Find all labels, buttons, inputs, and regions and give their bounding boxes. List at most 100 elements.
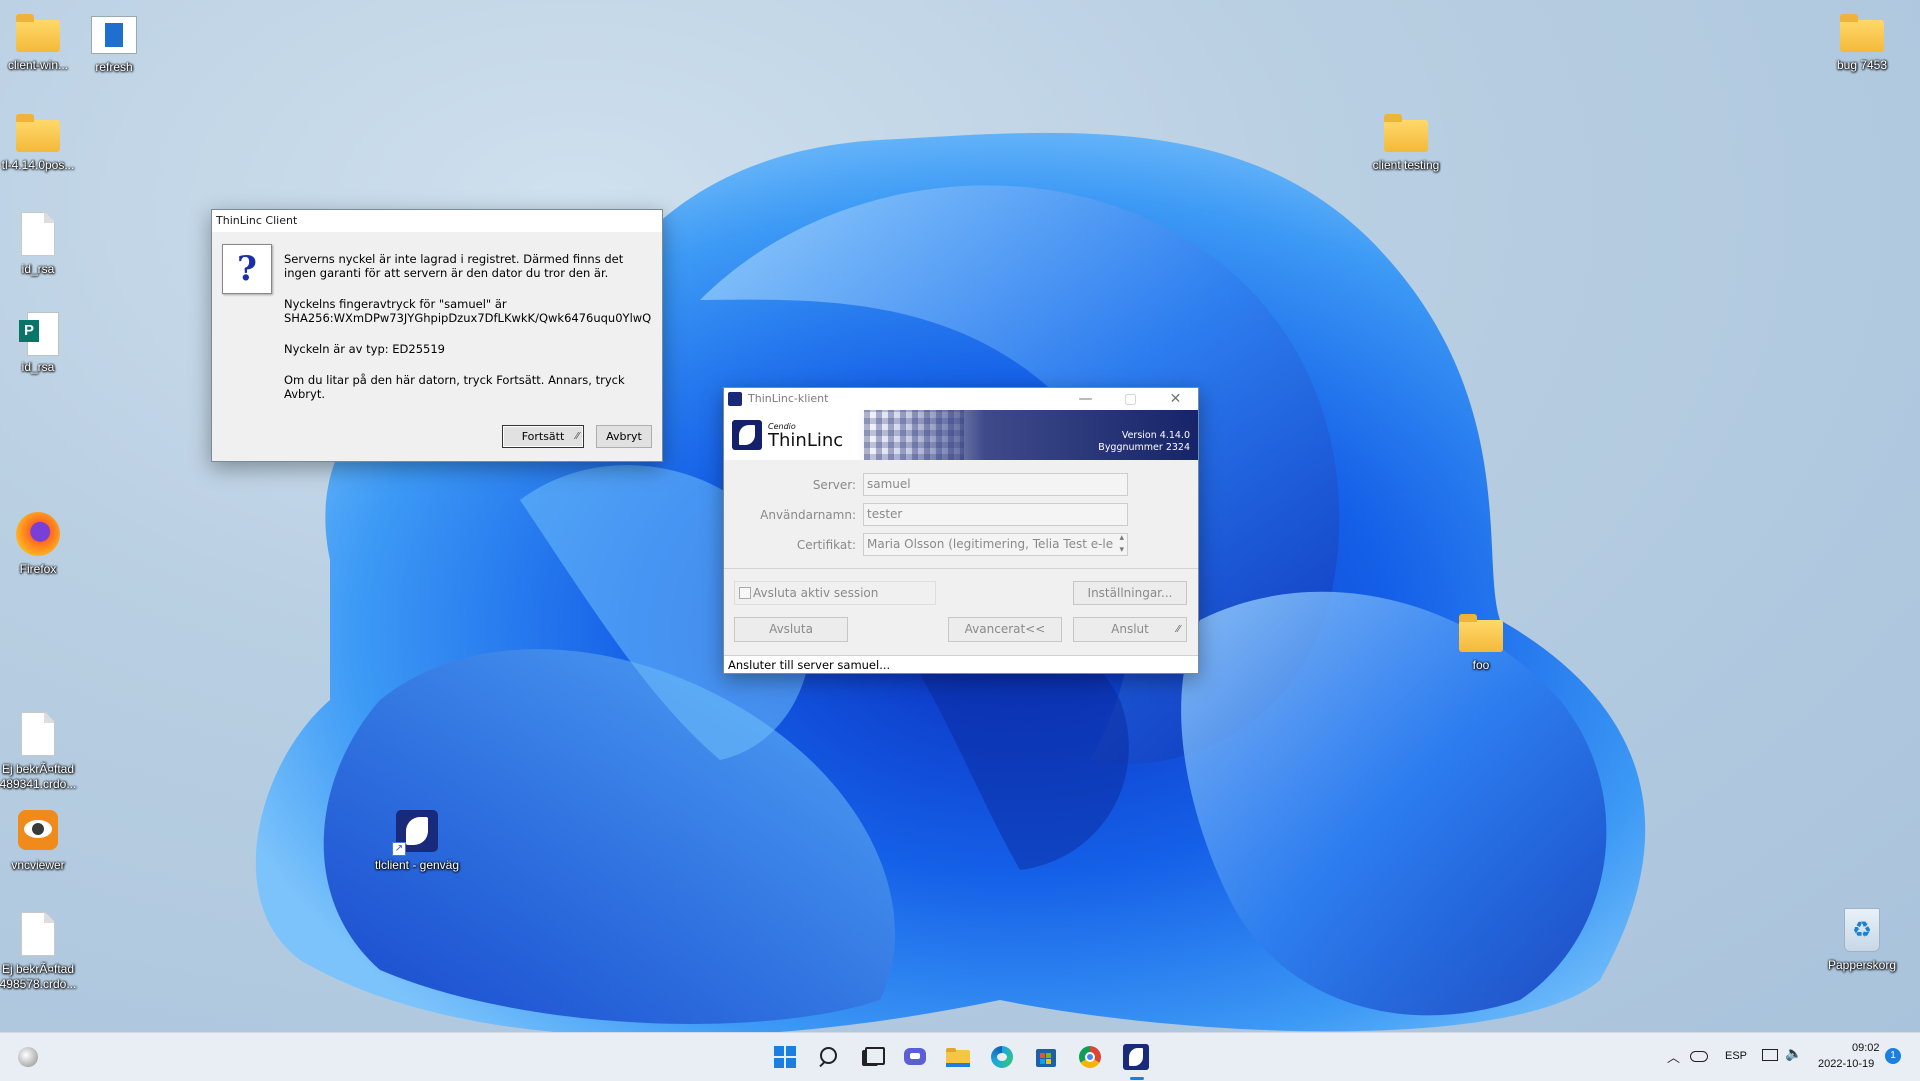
- desktop-icon-unconfirmed-498578[interactable]: Ej bekrÃ¤ftad 498578.crdo...: [0, 908, 83, 992]
- onedrive-icon[interactable]: [1690, 1051, 1708, 1062]
- widgets-icon[interactable]: [18, 1047, 38, 1067]
- connect-button[interactable]: Anslut ⁄⁄: [1073, 617, 1187, 642]
- desktop-icon-label: tl-4.14.0pos...: [1, 158, 75, 172]
- desktop-icon-id-rsa-publisher[interactable]: P id_rsa: [0, 308, 83, 375]
- minimize-icon[interactable]: —: [1063, 388, 1108, 410]
- version-info: Version 4.14.0 Byggnummer 2324: [1098, 430, 1190, 454]
- clock-time[interactable]: 09:02: [1852, 1042, 1880, 1054]
- folder-icon: [1840, 14, 1884, 52]
- build-text: Byggnummer 2324: [1098, 442, 1190, 453]
- desktop-icon-unconfirmed-489341[interactable]: Ej bekrÃ¤ftad 489341.crdo...: [0, 708, 83, 792]
- desktop-icon-bug-7453[interactable]: bug 7453: [1817, 10, 1907, 73]
- desktop-icon-client-testing[interactable]: client testing: [1361, 110, 1451, 173]
- cancel-button[interactable]: Avbryt: [596, 425, 652, 448]
- end-session-label: Avsluta aktiv session: [753, 586, 879, 600]
- folder-icon: [16, 114, 60, 152]
- desktop-icon-vncviewer[interactable]: vncviewer: [0, 806, 83, 873]
- spinner-arrows-icon: ▴ ▾: [1119, 533, 1124, 555]
- username-field[interactable]: tester: [863, 503, 1128, 526]
- window-titlebar: ThinLinc-klient — ▢ ✕: [724, 388, 1198, 410]
- server-label: Server:: [812, 478, 856, 492]
- desktop-icon-label: tlclient - genväg: [374, 858, 460, 872]
- firefox-icon: [16, 512, 60, 556]
- username-label: Användarnamn:: [760, 508, 856, 522]
- chat-icon[interactable]: [899, 1041, 931, 1073]
- thinlinc-taskbar-icon[interactable]: [1120, 1041, 1152, 1080]
- start-icon[interactable]: [769, 1041, 801, 1073]
- close-icon[interactable]: ✕: [1153, 388, 1198, 410]
- file-explorer-icon[interactable]: [942, 1041, 974, 1073]
- recycle-bin-icon: ♻: [1844, 908, 1880, 952]
- certificate-select[interactable]: Maria Olsson (legitimering, Telia Test e…: [863, 533, 1128, 556]
- connect-button-label: Anslut: [1111, 622, 1149, 636]
- continue-button-label: Fortsätt: [521, 430, 565, 443]
- desktop-icon-label: Firefox: [19, 562, 57, 576]
- desktop-icon-label: foo: [1472, 658, 1490, 672]
- folder-icon: [1459, 614, 1503, 652]
- brand-thinlinc: ThinLinc: [768, 430, 844, 451]
- thinlinc-app-icon: [728, 392, 742, 406]
- continue-button[interactable]: Fortsätt ⁄⁄: [502, 425, 584, 448]
- pixel-pattern: [864, 410, 964, 460]
- maximize-icon[interactable]: ▢: [1108, 388, 1153, 410]
- desktop-icon-tl-package[interactable]: tl-4.14.0pos...: [0, 110, 83, 173]
- folder-icon: [16, 14, 60, 52]
- desktop-icon-recycle-bin[interactable]: ♻ Papperskorg: [1817, 904, 1907, 973]
- hand-cursor-icon: ⁄⁄: [575, 431, 579, 442]
- desktop-icon-label: Ej bekrÃ¤ftad 489341.crdo...: [0, 762, 77, 791]
- file-icon: [21, 712, 55, 756]
- end-session-checkbox[interactable]: Avsluta aktiv session: [734, 581, 936, 605]
- search-icon[interactable]: [812, 1041, 844, 1073]
- desktop-icon-label: refresh: [95, 60, 133, 74]
- thinlinc-client-window: ThinLinc-klient — ▢ ✕ Cendio ThinLinc Ve…: [723, 387, 1199, 674]
- key-not-stored-text: Serverns nyckel är inte lagrad i registr…: [284, 252, 624, 280]
- file-icon: [21, 912, 55, 956]
- desktop-icon-label: Papperskorg: [1827, 958, 1897, 972]
- desktop-icon-label: client testing: [1372, 158, 1440, 172]
- settings-button[interactable]: Inställningar...: [1073, 581, 1187, 605]
- quit-button[interactable]: Avsluta: [734, 617, 848, 642]
- version-text: Version 4.14.0: [1121, 430, 1190, 441]
- clock-date[interactable]: 2022-10-19: [1818, 1058, 1874, 1070]
- desktop: client-win... refresh tl-4.14.0pos... id…: [0, 0, 1920, 1032]
- desktop-icon-tlclient-shortcut[interactable]: ↗ tlclient - genväg: [372, 808, 462, 873]
- window-title: ThinLinc-klient: [748, 392, 829, 405]
- desktop-icon-label: id_rsa: [21, 262, 55, 276]
- question-icon: ?: [222, 244, 272, 294]
- fingerprint-label: Nyckelns fingeravtryck för "samuel" är: [284, 297, 507, 311]
- store-icon[interactable]: [1030, 1041, 1062, 1073]
- host-key-dialog: ThinLinc Client ? Serverns nyckel är int…: [211, 209, 663, 462]
- desktop-icon-refresh[interactable]: refresh: [69, 10, 159, 75]
- thinlinc-banner: Cendio ThinLinc Version 4.14.0 Byggnumme…: [724, 410, 1198, 460]
- fingerprint-value: SHA256:WXmDPw73JYGhpipDzux7DfLKwkK/Qwk64…: [284, 311, 652, 325]
- key-type-text: Nyckeln är av typ: ED25519: [284, 342, 445, 356]
- edge-icon[interactable]: [986, 1041, 1018, 1073]
- folder-icon: [1384, 114, 1428, 152]
- file-icon: [21, 212, 55, 256]
- dialog-message: Serverns nyckel är inte lagrad i registr…: [284, 252, 654, 418]
- checkbox-icon: [739, 586, 751, 599]
- language-indicator[interactable]: ESP: [1725, 1050, 1747, 1062]
- show-hidden-icons-icon[interactable]: ︿: [1667, 1047, 1680, 1066]
- volume-icon[interactable]: 🔈: [1785, 1045, 1802, 1062]
- vncviewer-icon: [18, 810, 58, 850]
- dialog-title: ThinLinc Client: [212, 210, 662, 232]
- network-icon[interactable]: [1762, 1049, 1778, 1061]
- notification-count: 1: [1890, 1050, 1896, 1061]
- hand-cursor-icon: ⁄⁄: [1176, 624, 1180, 635]
- chrome-icon[interactable]: [1074, 1041, 1106, 1073]
- desktop-icon-foo[interactable]: foo: [1436, 610, 1526, 673]
- thinlinc-logo-icon: [732, 420, 762, 450]
- notification-badge[interactable]: 1: [1885, 1048, 1901, 1064]
- advanced-button[interactable]: Avancerat<<: [948, 617, 1062, 642]
- desktop-icon-label: vncviewer: [11, 858, 65, 872]
- desktop-icon-id-rsa-file[interactable]: id_rsa: [0, 208, 83, 277]
- taskbar: ︿ ESP 🔈 09:02 2022-10-19 1: [0, 1032, 1920, 1081]
- thinlinc-icon: ↗: [392, 810, 438, 856]
- server-field[interactable]: samuel: [863, 473, 1128, 496]
- desktop-icon-firefox[interactable]: Firefox: [0, 508, 83, 577]
- document-icon: [91, 16, 137, 54]
- publisher-icon: P: [19, 312, 59, 356]
- task-view-icon[interactable]: [855, 1041, 887, 1073]
- status-bar: Ansluter till server samuel...: [724, 655, 1198, 673]
